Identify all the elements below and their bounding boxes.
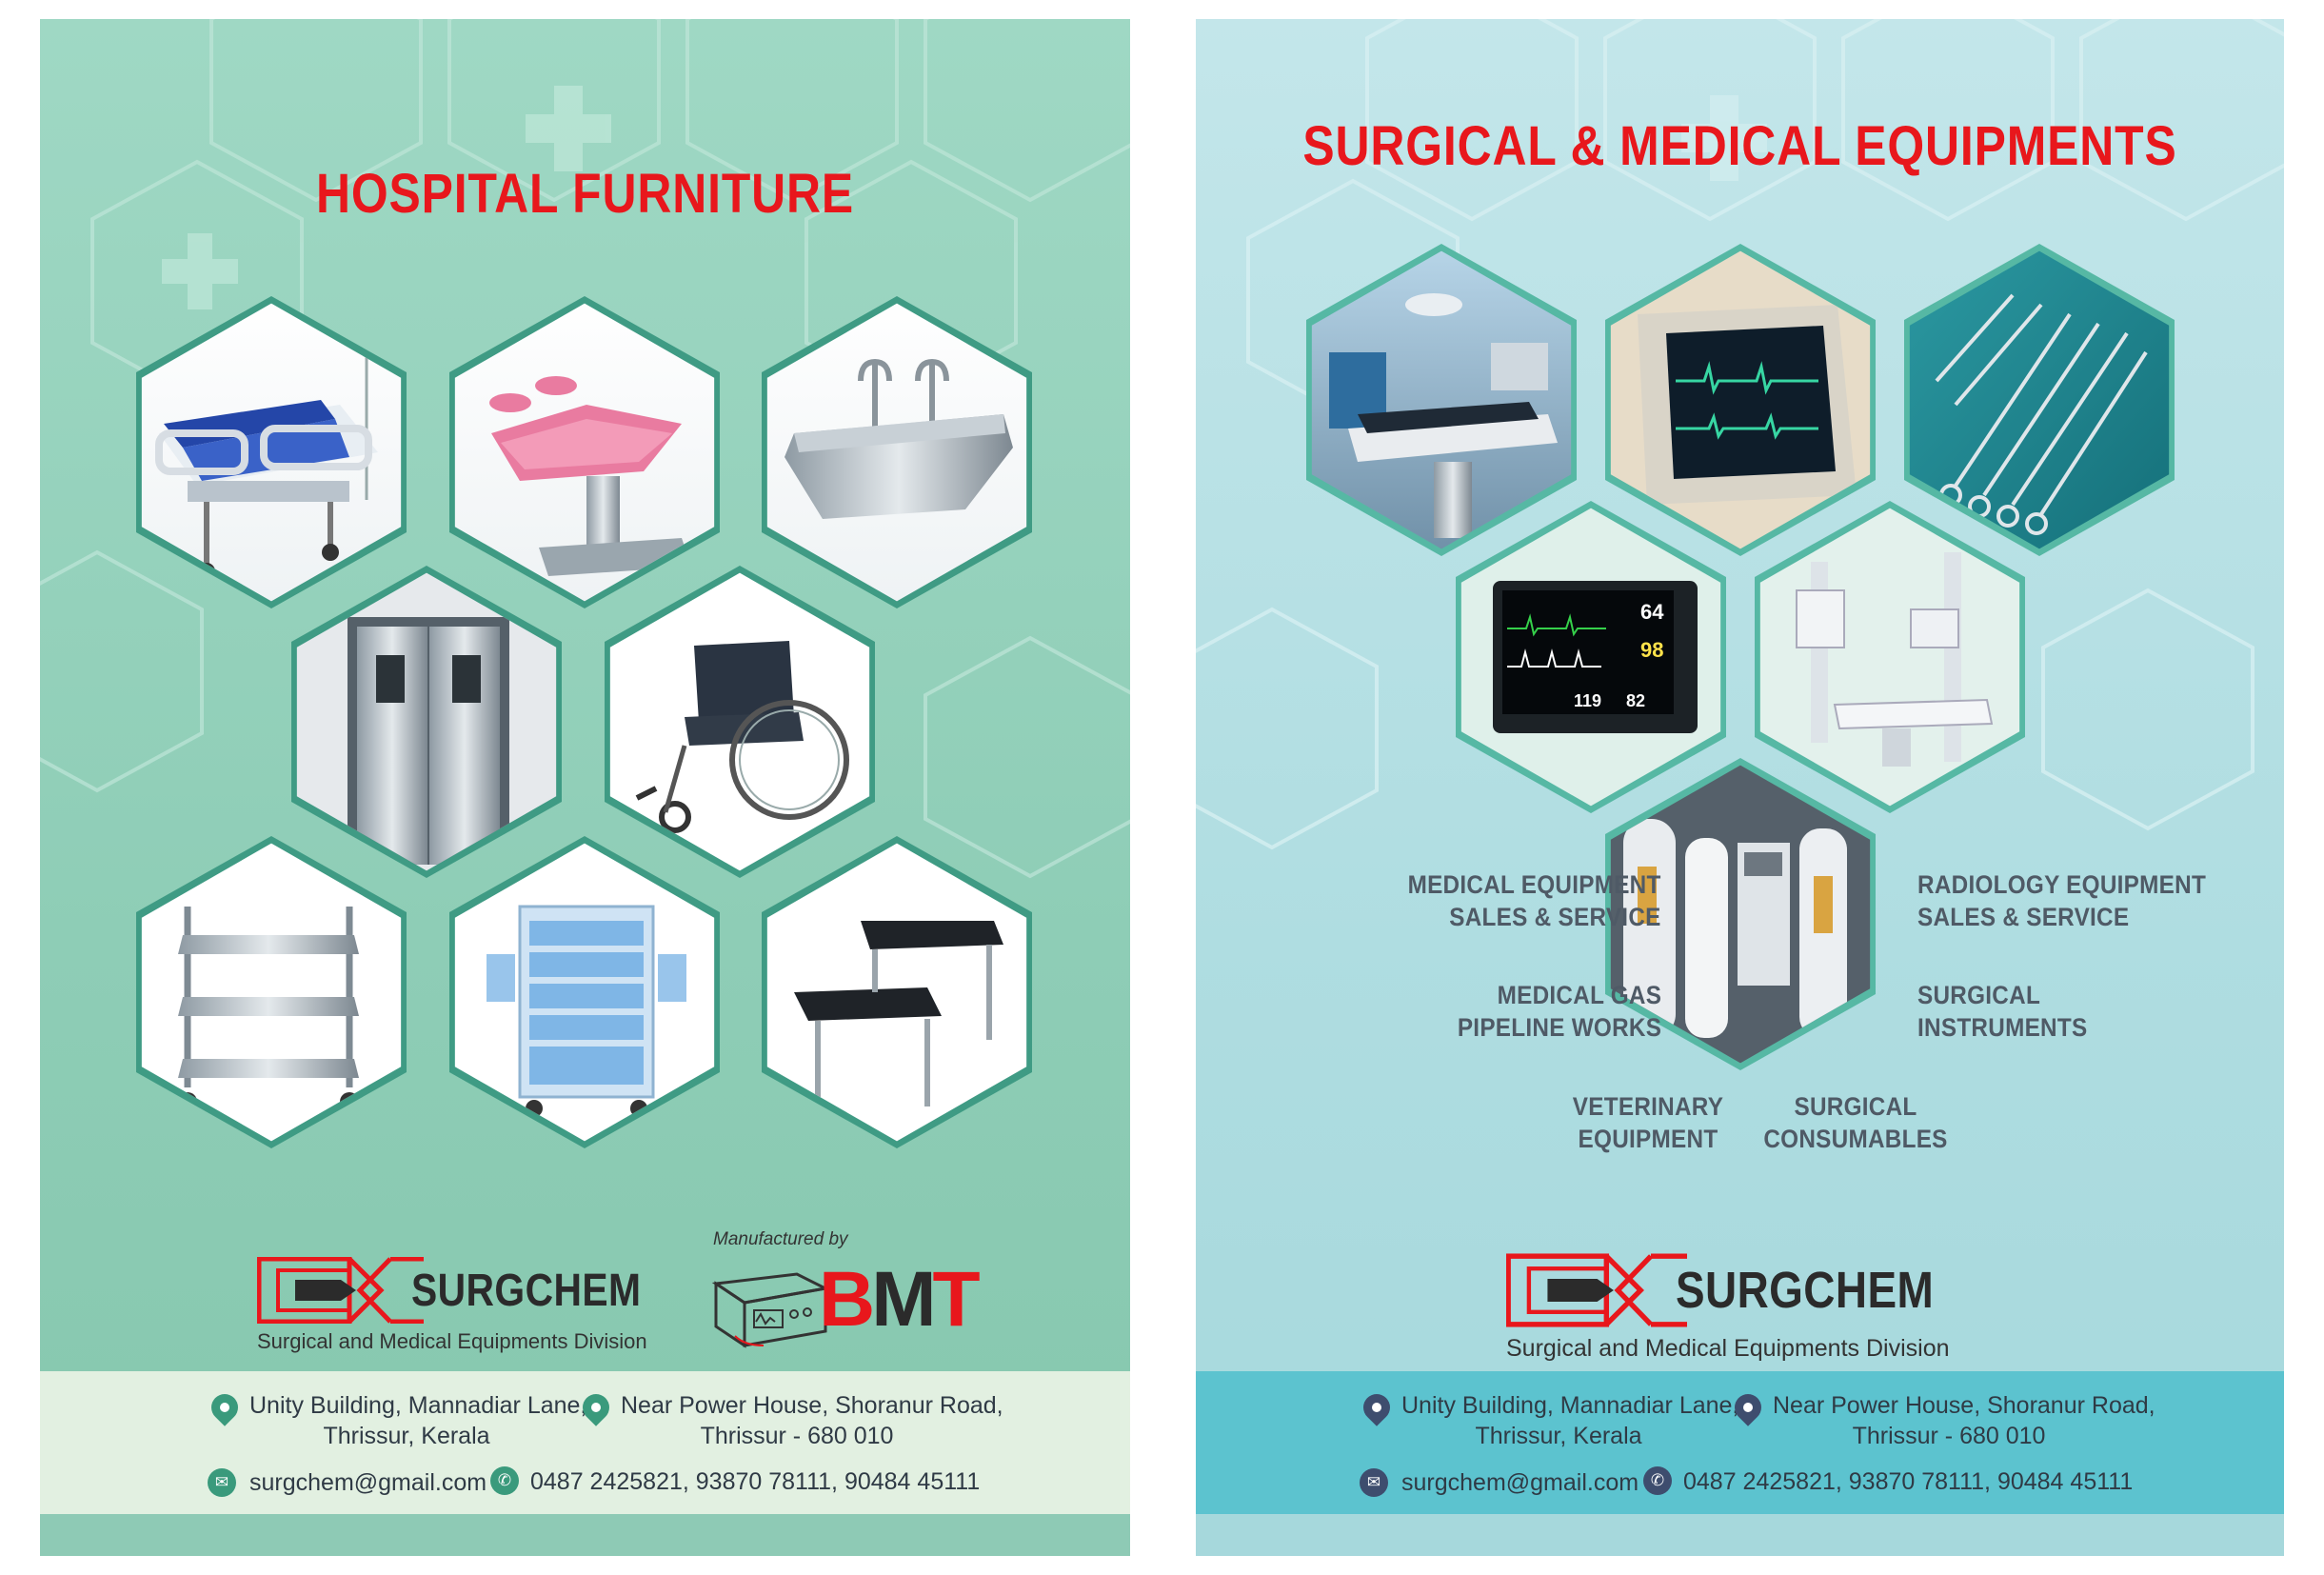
bmt-text-m: M [871, 1256, 936, 1343]
address-2-line-1: Near Power House, Shoranur Road, [621, 1392, 1003, 1419]
manufactured-by-label: Manufactured by [713, 1229, 848, 1249]
logo-tagline: Surgical and Medical Equipments Division [1506, 1335, 1950, 1362]
email-icon: ✉ [1360, 1468, 1388, 1497]
logo-name: SURGCHEM [1676, 1262, 1935, 1319]
bp-diastolic-reading: 82 [1626, 691, 1645, 710]
bmt-text-t: T [932, 1256, 981, 1343]
address-1-line-1: Unity Building, Mannadiar Lane, [1401, 1392, 1739, 1419]
service-line: VETERINARY [1572, 1092, 1724, 1121]
address-1-line-2: Thrissur, Kerala [1475, 1423, 1642, 1449]
service-line: PIPELINE WORKS [1457, 1013, 1661, 1042]
address-2-line-2: Thrissur - 680 010 [700, 1423, 894, 1449]
surgchem-logo: SURGCHEM Surgical and Medical Equipments… [257, 1257, 705, 1371]
service-line: SALES & SERVICE [1449, 903, 1661, 931]
service-surgical-instruments: SURGICAL INSTRUMENTS [1917, 979, 2087, 1044]
address-1: Unity Building, Mannadiar Lane, Thrissur… [249, 1390, 587, 1451]
service-line: INSTRUMENTS [1917, 1013, 2088, 1042]
address-1-line-2: Thrissur, Kerala [323, 1423, 490, 1449]
medicine-cart-hexagon [444, 830, 725, 1154]
bp-systolic-reading: 119 [1574, 691, 1601, 710]
phone-icon: ✆ [1643, 1466, 1672, 1495]
email-address[interactable]: surgchem@gmail.com [249, 1467, 487, 1498]
service-line: MEDICAL GAS [1497, 981, 1661, 1009]
service-line: RADIOLOGY EQUIPMENT [1917, 870, 2207, 899]
foot-step-hexagon [756, 830, 1038, 1154]
surgchem-mark-icon [1506, 1253, 1687, 1327]
bmt-device-icon [711, 1272, 830, 1348]
address-2: Near Power House, Shoranur Road, Thrissu… [1773, 1390, 2155, 1451]
address-2-line-2: Thrissur - 680 010 [1852, 1423, 2046, 1449]
footer-bottom-band [40, 1514, 1130, 1556]
surgchem-mark-icon [257, 1257, 424, 1324]
service-medical-gas: MEDICAL GAS PIPELINE WORKS [1458, 979, 1661, 1044]
hospital-furniture-flyer: HOSPITAL FURNITURE SURGCHEM Surgical and… [40, 19, 1130, 1556]
heart-rate-reading: 64 [1640, 600, 1664, 624]
service-line: EQUIPMENT [1578, 1125, 1718, 1153]
bmt-text: BMT [819, 1255, 981, 1345]
address-1-line-1: Unity Building, Mannadiar Lane, [249, 1392, 587, 1419]
page-title: HOSPITAL FURNITURE [315, 163, 855, 225]
service-line: SURGICAL [1794, 1092, 1917, 1121]
instrument-trolley-hexagon [130, 830, 412, 1154]
service-line: MEDICAL EQUIPMENT [1407, 870, 1661, 899]
logo-tagline: Surgical and Medical Equipments Division [257, 1329, 647, 1353]
address-1: Unity Building, Mannadiar Lane, Thrissur… [1401, 1390, 1739, 1451]
service-surgical-consumables: SURGICAL CONSUMABLES [1758, 1090, 1955, 1155]
page-title: SURGICAL & MEDICAL EQUIPMENTS [1302, 115, 2177, 177]
surgical-medical-equipments-flyer: SURGICAL & MEDICAL EQUIPMENTS 64 98 119 … [1196, 19, 2284, 1556]
surgchem-logo: SURGCHEM Surgical and Medical Equipments… [1506, 1253, 1982, 1377]
footer-bottom-band [1196, 1514, 2284, 1556]
phone-icon: ✆ [490, 1466, 519, 1495]
logo-name: SURGCHEM [411, 1266, 642, 1316]
phone-numbers[interactable]: 0487 2425821, 93870 78111, 90484 45111 [530, 1466, 980, 1497]
service-line: CONSUMABLES [1763, 1125, 1948, 1153]
spo2-reading: 98 [1640, 638, 1663, 662]
address-2-line-1: Near Power House, Shoranur Road, [1773, 1392, 2155, 1419]
service-line: SURGICAL [1917, 981, 2041, 1009]
email-icon: ✉ [208, 1468, 236, 1497]
email-address[interactable]: surgchem@gmail.com [1401, 1467, 1639, 1498]
service-medical-equipment: MEDICAL EQUIPMENT SALES & SERVICE [1408, 868, 1661, 933]
service-veterinary: VETERINARY EQUIPMENT [1562, 1090, 1734, 1155]
address-2: Near Power House, Shoranur Road, Thrissu… [621, 1390, 1003, 1451]
bmt-text-b: B [819, 1256, 875, 1343]
service-line: SALES & SERVICE [1917, 903, 2130, 931]
service-radiology-equipment: RADIOLOGY EQUIPMENT SALES & SERVICE [1917, 868, 2206, 933]
bmt-logo: BMT [706, 1255, 1011, 1362]
phone-numbers[interactable]: 0487 2425821, 93870 78111, 90484 45111 [1683, 1466, 2133, 1497]
